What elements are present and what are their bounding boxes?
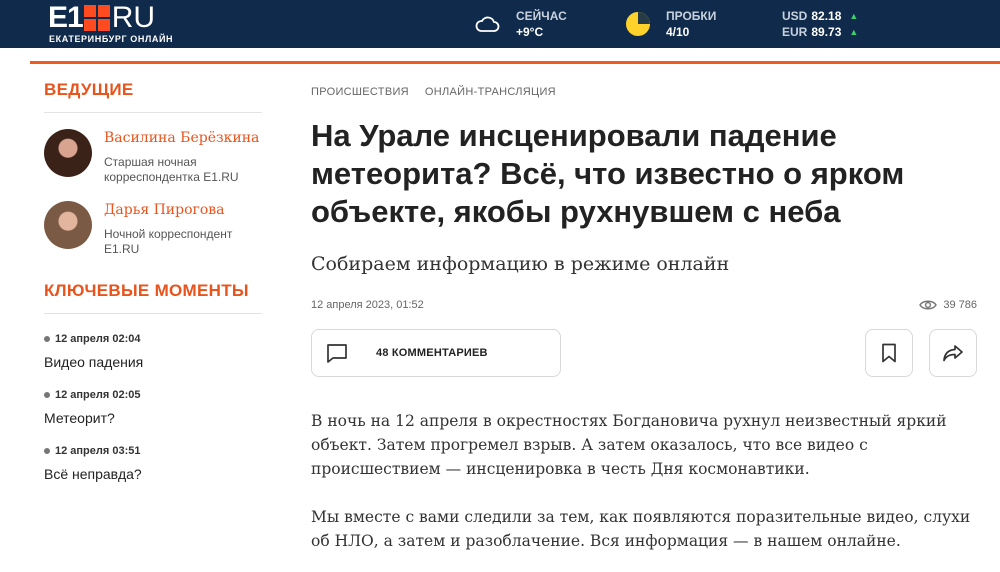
key-moments-list: 12 апреля 02:04 Видео падения 12 апреля … [44,333,264,482]
currency-value: 89.73 [811,25,842,39]
article-actions: 48 КОММЕНТАРИЕВ [311,329,977,377]
moment-link[interactable]: Видео падения [44,354,264,370]
weather-widget[interactable]: СЕЙЧАС +9°C [474,6,567,42]
publish-date: 12 апреля 2023, 01:52 [311,299,424,311]
divider [44,112,262,113]
moment-time: 12 апреля 02:05 [55,389,141,401]
moment-time: 12 апреля 03:51 [55,445,141,457]
comments-label: 48 КОММЕНТАРИЕВ [376,347,488,359]
logo-ru: RU [111,1,156,34]
views-count: 39 786 [943,299,977,311]
currency-widget[interactable]: USD 82.18 ▲ EUR 89.73 ▲ [782,6,858,42]
author-card[interactable]: Василина Берёзкина Старшая ночная коррес… [44,129,264,185]
author-role: Старшая ночная корреспондентка E1.RU [104,155,239,184]
key-moment-item[interactable]: 12 апреля 02:04 Видео падения [44,333,264,370]
key-moment-item[interactable]: 12 апреля 02:05 Метеорит? [44,389,264,426]
share-button[interactable] [929,329,977,377]
logo-square-icon [83,5,110,31]
bookmark-button[interactable] [865,329,913,377]
moment-link[interactable]: Всё неправда? [44,466,264,482]
site-header: E1 RU ЕКАТЕРИНБУРГ ОНЛАЙН СЕЙЧАС +9°C ПР… [0,0,1000,48]
share-icon [943,345,963,362]
comments-button[interactable]: 48 КОММЕНТАРИЕВ [311,329,561,377]
currency-code: EUR [782,25,808,39]
bullet-dot-icon [44,336,50,342]
trend-up-icon: ▲ [849,27,859,37]
author-role: Ночной корреспондент E1.RU [104,227,233,256]
sidebar: ВЕДУЩИЕ Василина Берёзкина Старшая ночна… [44,80,264,482]
moment-link[interactable]: Метеорит? [44,410,264,426]
views-counter: 39 786 [919,299,977,311]
weather-label: СЕЙЧАС [516,9,567,23]
traffic-circle-icon [626,12,650,36]
tag-link[interactable]: ПРОИСШЕСТВИЯ [311,86,409,98]
currency-row-eur: EUR 89.73 ▲ [782,24,858,40]
traffic-value: 4/10 [666,25,690,39]
author-card[interactable]: Дарья Пирогова Ночной корреспондент E1.R… [44,201,264,257]
moment-time: 12 апреля 02:04 [55,333,141,345]
key-moments-title: КЛЮЧЕВЫЕ МОМЕНТЫ [44,281,249,300]
author-name[interactable]: Дарья Пирогова [104,201,264,220]
weather-value: +9°C [516,25,544,39]
comment-icon [327,344,347,363]
currency-row-usd: USD 82.18 ▲ [782,8,858,24]
hosts-title: ВЕДУЩИЕ [44,80,134,99]
traffic-label: ПРОБКИ [666,9,717,23]
article-meta: 12 апреля 2023, 01:52 39 786 [311,299,977,311]
trend-up-icon: ▲ [849,11,859,21]
article-paragraph: В ночь на 12 апреля в окрестностях Богда… [311,412,947,478]
article-title: На Урале инсценировали падение метеорита… [311,118,905,229]
bullet-dot-icon [44,448,50,454]
logo-wordmark: E1 RU [48,3,155,33]
logo-city: ЕКАТЕРИНБУРГ ОНЛАЙН [49,34,174,44]
tag-link[interactable]: ОНЛАЙН-ТРАНСЛЯЦИЯ [425,86,556,98]
article-tags: ПРОИСШЕСТВИЯ ОНЛАЙН-ТРАНСЛЯЦИЯ [311,86,991,98]
currency-value: 82.18 [811,9,842,23]
key-moment-item[interactable]: 12 апреля 03:51 Всё неправда? [44,445,264,482]
avatar [44,129,92,177]
currency-code: USD [782,9,808,23]
cloud-icon [475,16,500,32]
article-paragraph: Мы вместе с вами следили за тем, как поя… [311,508,971,550]
divider [44,313,262,314]
logo-mark: E1 [48,1,84,34]
article-subtitle: Собираем информацию в режиме онлайн [311,253,730,275]
bullet-dot-icon [44,392,50,398]
eye-icon [919,300,938,310]
article: ПРОИСШЕСТВИЯ ОНЛАЙН-ТРАНСЛЯЦИЯ На Урале … [311,86,991,553]
author-name[interactable]: Василина Берёзкина [104,129,264,148]
traffic-widget[interactable]: ПРОБКИ 4/10 [626,6,716,42]
accent-divider [30,61,1000,64]
bookmark-icon [882,343,896,363]
avatar [44,201,92,249]
